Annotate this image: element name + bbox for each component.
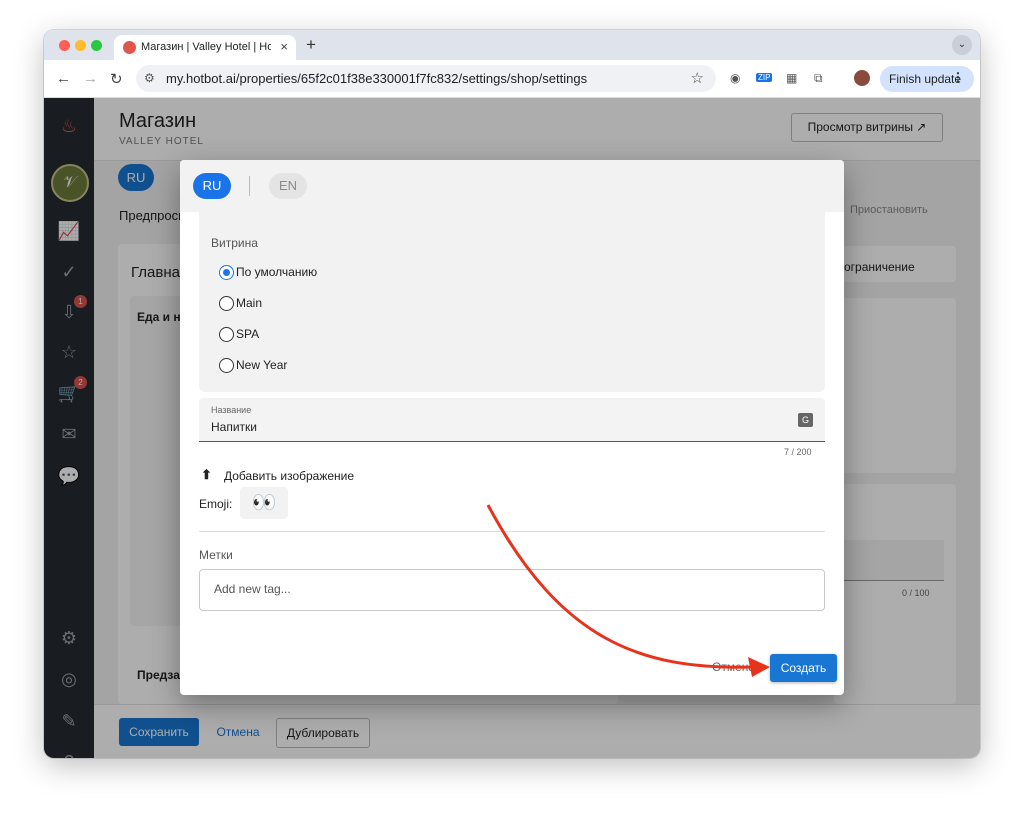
name-field[interactable]: Название Напитки G — [199, 398, 825, 442]
finish-update-button[interactable]: Finish update ⋮ — [880, 66, 974, 92]
url-text[interactable]: my.hotbot.ai/properties/65f2c01f38e33000… — [166, 71, 587, 86]
tab-lang-en[interactable]: EN — [269, 173, 307, 199]
browser-window: Магазин | Valley Hotel | Hotbot × + ⌄ ← … — [44, 30, 980, 758]
create-button[interactable]: Создать — [770, 654, 837, 682]
upload-icon[interactable]: ⬆ — [201, 467, 212, 483]
radio-icon[interactable] — [219, 327, 234, 342]
tags-label: Метки — [199, 548, 233, 562]
new-tab-button[interactable]: + — [306, 35, 316, 55]
dialog-lang-header: RU EN — [180, 160, 844, 212]
reload-icon[interactable]: ↻ — [110, 70, 123, 88]
browser-menu-icon: ⋮ — [952, 70, 964, 84]
close-tab-icon[interactable]: × — [280, 39, 288, 54]
tags-input-box[interactable] — [199, 569, 825, 611]
create-category-dialog: RU EN Витрина По умолчанию Main SPA New … — [180, 160, 844, 695]
showcase-label: Витрина — [211, 236, 258, 250]
close-window-button[interactable] — [59, 40, 70, 51]
qr-extension-icon[interactable]: ▦ — [786, 71, 797, 85]
name-field-value[interactable]: Напитки — [211, 420, 257, 434]
browser-tab[interactable]: Магазин | Valley Hotel | Hotbot × — [114, 35, 296, 60]
bookmark-star-icon[interactable]: ☆ — [691, 69, 704, 87]
browser-toolbar: ← → ↻ ⚙ my.hotbot.ai/properties/65f2c01f… — [44, 60, 980, 98]
minimize-window-button[interactable] — [75, 40, 86, 51]
emoji-label: Emoji: — [199, 497, 233, 511]
profile-avatar[interactable] — [854, 70, 870, 86]
name-field-label: Название — [211, 405, 252, 415]
tab-search-button[interactable]: ⌄ — [952, 35, 972, 55]
tab-lang-ru[interactable]: RU — [193, 173, 231, 199]
hotbot-favicon-icon — [123, 41, 136, 54]
emoji-picker[interactable]: 👀 — [240, 487, 288, 519]
add-image-button[interactable]: Добавить изображение — [224, 469, 354, 483]
zip-extension-icon[interactable]: ZIP — [756, 73, 773, 82]
extensions-puzzle-icon[interactable]: ⧉ — [814, 71, 823, 86]
camera-extension-icon[interactable]: ◉ — [730, 71, 740, 85]
showcase-group: Витрина По умолчанию Main SPA New Year — [199, 212, 825, 392]
finish-update-label: Finish update — [889, 72, 962, 86]
dialog-divider — [199, 531, 825, 532]
address-bar[interactable]: ⚙ my.hotbot.ai/properties/65f2c01f38e330… — [136, 65, 716, 92]
translate-icon[interactable]: G — [798, 413, 813, 427]
forward-icon[interactable]: → — [83, 70, 98, 87]
site-settings-icon[interactable]: ⚙ — [144, 71, 155, 85]
back-icon[interactable]: ← — [56, 70, 71, 87]
radio-icon[interactable] — [219, 296, 234, 311]
tab-title: Магазин | Valley Hotel | Hotbot — [141, 41, 271, 53]
tab-strip: Магазин | Valley Hotel | Hotbot × + ⌄ — [44, 30, 980, 60]
maximize-window-button[interactable] — [91, 40, 102, 51]
dialog-cancel-button[interactable]: Отмена — [712, 660, 755, 674]
lang-divider — [249, 176, 250, 196]
name-char-counter: 7 / 200 — [784, 447, 812, 457]
radio-selected-icon[interactable] — [219, 265, 234, 280]
radio-icon[interactable] — [219, 358, 234, 373]
tags-input[interactable] — [212, 581, 806, 597]
